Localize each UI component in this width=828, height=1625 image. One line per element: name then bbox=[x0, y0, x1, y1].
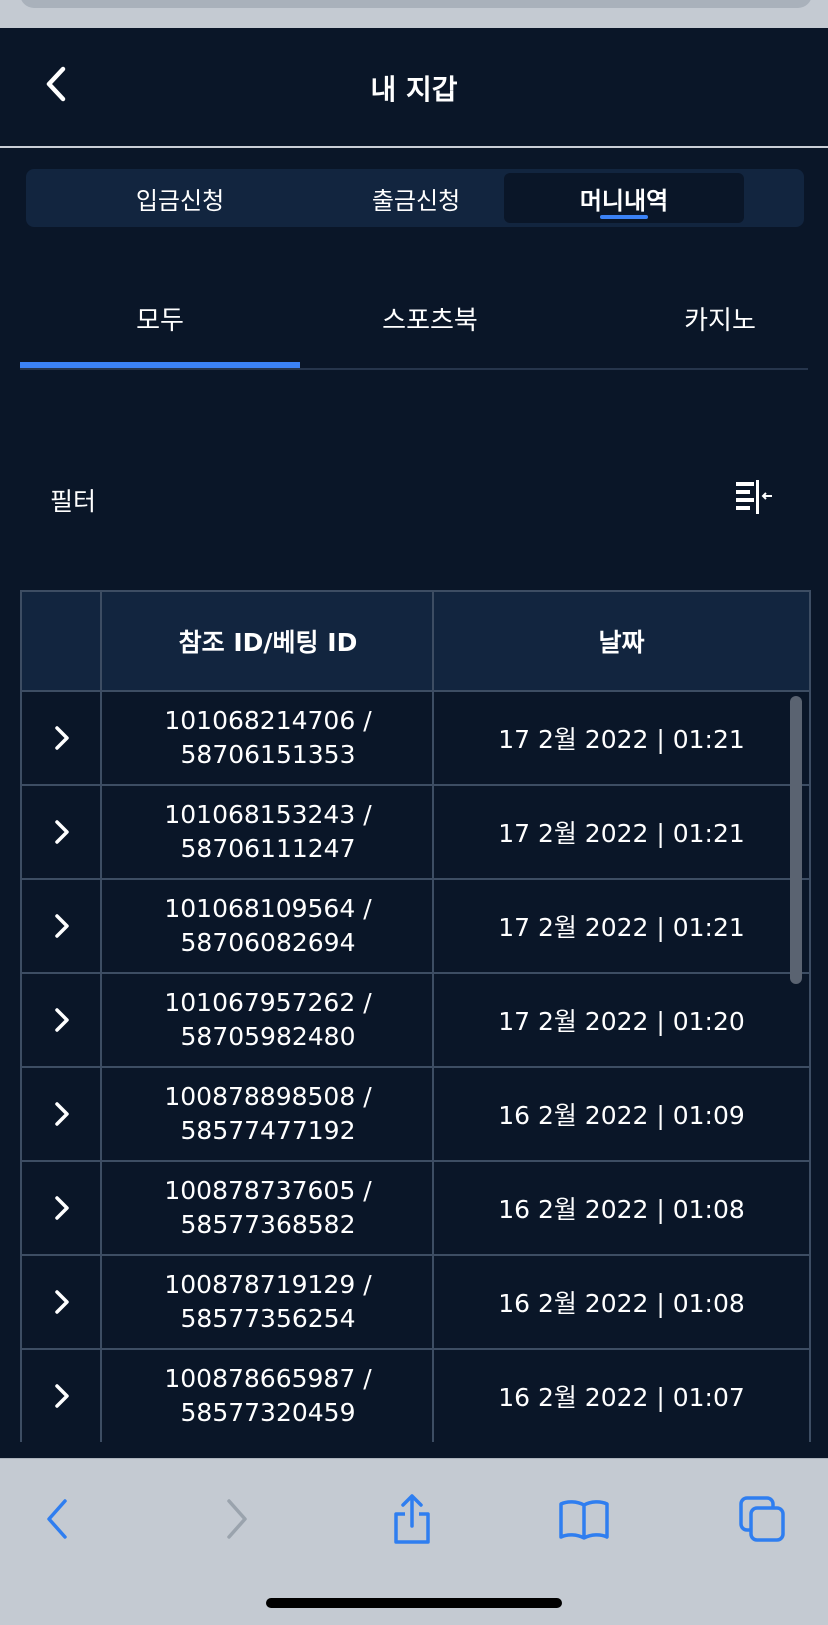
reference-id-cell: 100878737605 / 58577368582 bbox=[102, 1162, 434, 1254]
browser-status-area bbox=[0, 0, 828, 28]
table-row[interactable]: 101068153243 / 58706111247 17 2월 2022 | … bbox=[22, 786, 809, 880]
chevron-right-icon bbox=[55, 1196, 69, 1220]
date-cell: 17 2월 2022 | 01:21 bbox=[498, 819, 745, 848]
date-cell: 17 2월 2022 | 01:20 bbox=[498, 1007, 745, 1036]
segment-withdraw-request[interactable]: 출금신청 bbox=[296, 173, 536, 223]
bet-id: 58577320459 bbox=[180, 1398, 356, 1427]
segment-money-history[interactable]: 머니내역 bbox=[504, 173, 744, 223]
tab-label: 카지노 bbox=[684, 305, 756, 336]
row-expand-button[interactable] bbox=[22, 1162, 102, 1254]
reference-id: 101068214706 / bbox=[164, 706, 372, 735]
reference-id: 101068153243 / bbox=[164, 800, 372, 829]
date-cell: 17 2월 2022 | 01:21 bbox=[498, 913, 745, 942]
tab-sportsbook[interactable]: 스포츠북 bbox=[320, 270, 540, 366]
chevron-right-icon bbox=[55, 820, 69, 844]
row-expand-button[interactable] bbox=[22, 1350, 102, 1442]
tab-label: 스포츠북 bbox=[382, 305, 478, 336]
segment-label: 입금신청 bbox=[135, 186, 225, 215]
date-cell: 16 2월 2022 | 01:09 bbox=[498, 1101, 745, 1130]
filter-collapse-icon bbox=[736, 480, 772, 514]
share-button[interactable] bbox=[380, 1487, 444, 1551]
table-scrollbar[interactable] bbox=[790, 696, 802, 984]
tabs-button[interactable] bbox=[730, 1487, 794, 1551]
table-row[interactable]: 101068109564 / 58706082694 17 2월 2022 | … bbox=[22, 880, 809, 974]
reference-id-cell: 101067957262 / 58705982480 bbox=[102, 974, 434, 1066]
browser-back-button[interactable] bbox=[26, 1487, 90, 1551]
chevron-right-icon bbox=[55, 1290, 69, 1314]
reference-id: 100878665987 / bbox=[164, 1364, 372, 1393]
category-tabs: 모두 스포츠북 카지노 bbox=[20, 270, 808, 370]
bet-id: 58706151353 bbox=[180, 740, 356, 769]
home-indicator bbox=[266, 1598, 562, 1608]
reference-id: 101068109564 / bbox=[164, 894, 372, 923]
bookmarks-button[interactable] bbox=[552, 1487, 616, 1551]
bet-id: 58577477192 bbox=[180, 1116, 356, 1145]
filter-toggle-button[interactable] bbox=[730, 476, 778, 520]
row-expand-button[interactable] bbox=[22, 786, 102, 878]
chevron-right-icon bbox=[55, 1384, 69, 1408]
back-icon bbox=[47, 1499, 67, 1539]
segment-deposit-request[interactable]: 입금신청 bbox=[60, 173, 300, 223]
bookmarks-icon bbox=[559, 1500, 609, 1540]
row-expand-button[interactable] bbox=[22, 1068, 102, 1160]
address-bar[interactable] bbox=[20, 0, 812, 8]
date-cell: 17 2월 2022 | 01:21 bbox=[498, 725, 745, 754]
table-row[interactable]: 100878737605 / 58577368582 16 2월 2022 | … bbox=[22, 1162, 809, 1256]
reference-id-cell: 100878719129 / 58577356254 bbox=[102, 1256, 434, 1348]
reference-id-cell: 100878665987 / 58577320459 bbox=[102, 1350, 434, 1442]
bet-id: 58706111247 bbox=[180, 834, 356, 863]
reference-id-cell: 100878898508 / 58577477192 bbox=[102, 1068, 434, 1160]
share-icon bbox=[394, 1494, 430, 1544]
column-divider bbox=[432, 592, 434, 1442]
filter-label: 필터 bbox=[50, 487, 97, 516]
tabs-icon bbox=[739, 1496, 785, 1542]
table-row[interactable]: 101067957262 / 58705982480 17 2월 2022 | … bbox=[22, 974, 809, 1068]
reference-id: 100878898508 / bbox=[164, 1082, 372, 1111]
reference-id: 101067957262 / bbox=[164, 988, 372, 1017]
reference-id-cell: 101068214706 / 58706151353 bbox=[102, 692, 434, 784]
table-row[interactable]: 101068214706 / 58706151353 17 2월 2022 | … bbox=[22, 692, 809, 786]
table-row[interactable]: 100878719129 / 58577356254 16 2월 2022 | … bbox=[22, 1256, 809, 1350]
table-row[interactable]: 100878898508 / 58577477192 16 2월 2022 | … bbox=[22, 1068, 809, 1162]
reference-id-cell: 101068153243 / 58706111247 bbox=[102, 786, 434, 878]
reference-id: 100878737605 / bbox=[164, 1176, 372, 1205]
date-cell: 16 2월 2022 | 01:07 bbox=[498, 1383, 745, 1412]
header-expander bbox=[22, 592, 102, 690]
chevron-right-icon bbox=[55, 914, 69, 938]
table-header-row: 참조 ID/베팅 ID 날짜 bbox=[22, 592, 809, 692]
chevron-right-icon bbox=[55, 726, 69, 750]
date-cell: 16 2월 2022 | 01:08 bbox=[498, 1289, 745, 1318]
bet-id: 58706082694 bbox=[180, 928, 356, 957]
page-title: 내 지갑 bbox=[370, 73, 458, 106]
reference-id-cell: 101068109564 / 58706082694 bbox=[102, 880, 434, 972]
wallet-segment-control: 입금신청 출금신청 머니내역 bbox=[26, 169, 804, 227]
row-expand-button[interactable] bbox=[22, 880, 102, 972]
row-expand-button[interactable] bbox=[22, 1256, 102, 1348]
active-segment-indicator bbox=[600, 215, 648, 219]
segment-label: 머니내역 bbox=[579, 186, 669, 215]
active-tab-underline bbox=[20, 362, 300, 368]
forward-icon bbox=[227, 1499, 247, 1539]
browser-forward-button[interactable] bbox=[204, 1487, 268, 1551]
segment-label: 출금신청 bbox=[371, 186, 461, 215]
header-date: 날짜 bbox=[598, 628, 645, 657]
history-table: 참조 ID/베팅 ID 날짜 101068214706 / 5870615135… bbox=[20, 590, 811, 1442]
date-cell: 16 2월 2022 | 01:08 bbox=[498, 1195, 745, 1224]
bet-id: 58705982480 bbox=[180, 1022, 356, 1051]
reference-id: 100878719129 / bbox=[164, 1270, 372, 1299]
bet-id: 58577356254 bbox=[180, 1304, 356, 1333]
chevron-right-icon bbox=[55, 1008, 69, 1032]
table-row[interactable]: 100878665987 / 58577320459 16 2월 2022 | … bbox=[22, 1350, 809, 1442]
bet-id: 58577368582 bbox=[180, 1210, 356, 1239]
tab-label: 모두 bbox=[136, 305, 184, 336]
app-header: 내 지갑 bbox=[0, 28, 828, 148]
header-reference-id: 참조 ID/베팅 ID bbox=[178, 628, 358, 657]
chevron-right-icon bbox=[55, 1102, 69, 1126]
column-divider bbox=[100, 592, 102, 1442]
tab-all[interactable]: 모두 bbox=[20, 270, 300, 368]
row-expand-button[interactable] bbox=[22, 692, 102, 784]
tab-casino[interactable]: 카지노 bbox=[640, 270, 800, 366]
row-expand-button[interactable] bbox=[22, 974, 102, 1066]
